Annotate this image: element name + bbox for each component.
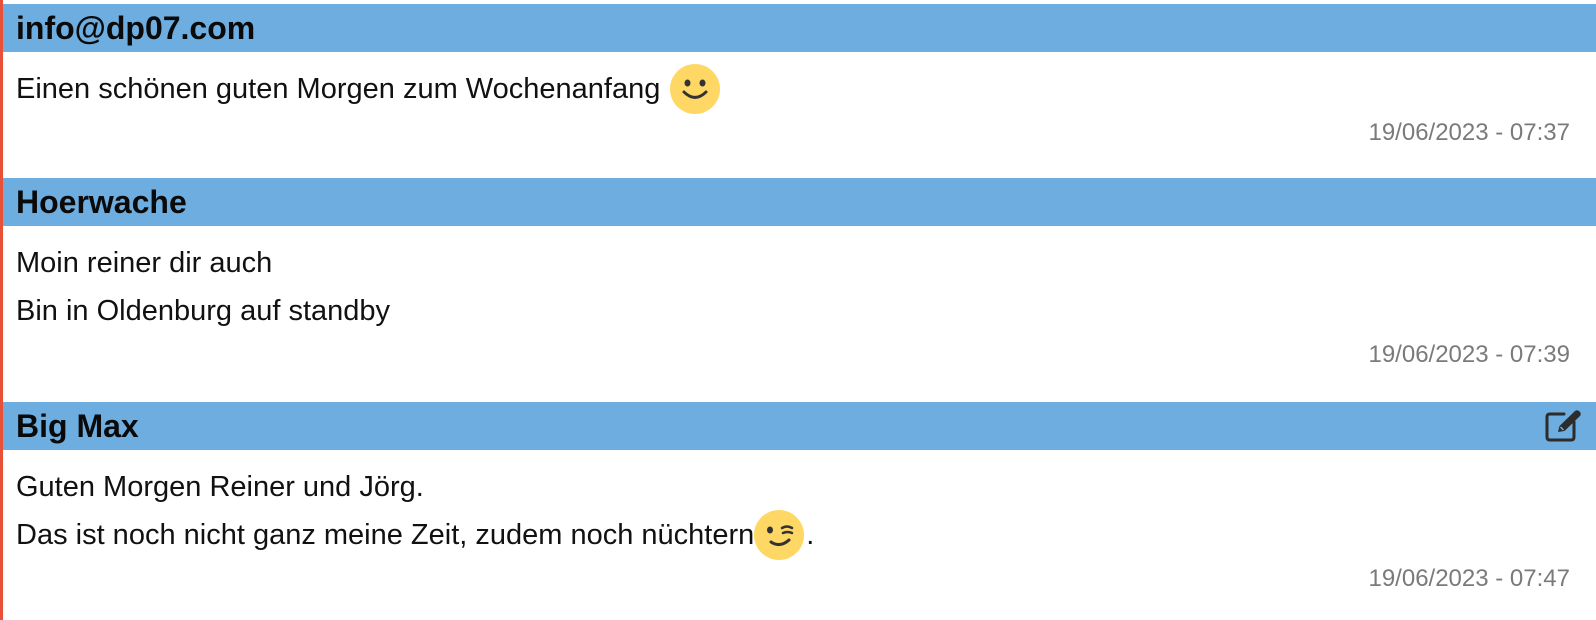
message-text: Moin reiner dir auch	[16, 247, 273, 279]
message-text: .	[806, 519, 815, 551]
edit-note-icon[interactable]	[1544, 406, 1584, 446]
message-header: Big Max	[3, 402, 1596, 450]
message-line: Guten Morgen Reiner und Jörg.	[16, 463, 1583, 511]
message-body: Einen schönen guten Morgen zum Wochenanf…	[3, 52, 1596, 153]
message-header: Hoerwache	[3, 178, 1596, 226]
message-item: Hoerwache Moin reiner dir auch Bin in Ol…	[3, 178, 1596, 402]
message-feed: info@dp07.com Einen schönen guten Morgen…	[3, 4, 1596, 599]
smiling-face-icon	[670, 64, 721, 114]
message-author: Big Max	[16, 408, 139, 444]
message-header: info@dp07.com	[3, 4, 1596, 52]
message-timestamp: 19/06/2023 - 07:39	[1368, 341, 1570, 368]
message-line: Bin in Oldenburg auf standby	[16, 287, 1583, 335]
message-text: Einen schönen guten Morgen zum Wochenanf…	[16, 73, 661, 105]
message-author: Hoerwache	[16, 184, 187, 220]
message-item: info@dp07.com Einen schönen guten Morgen…	[3, 4, 1596, 178]
message-text: Guten Morgen Reiner und Jörg.	[16, 471, 424, 503]
message-line: Moin reiner dir auch	[16, 239, 1583, 287]
message-text: Bin in Oldenburg auf standby	[16, 295, 391, 327]
message-body: Moin reiner dir auch Bin in Oldenburg au…	[3, 226, 1596, 375]
winking-face-icon	[754, 510, 805, 560]
message-line: Das ist noch nicht ganz meine Zeit, zude…	[16, 510, 1583, 560]
message-author: info@dp07.com	[16, 10, 256, 46]
message-line: Einen schönen guten Morgen zum Wochenanf…	[16, 64, 1583, 114]
message-item: Big Max Guten Morgen Reiner und Jörg. Da…	[3, 402, 1596, 599]
message-text: Das ist noch nicht ganz meine Zeit, zude…	[16, 519, 755, 551]
message-timestamp: 19/06/2023 - 07:47	[1368, 565, 1570, 592]
message-timestamp: 19/06/2023 - 07:37	[1368, 119, 1570, 146]
message-body: Guten Morgen Reiner und Jörg. Das ist no…	[3, 450, 1596, 599]
